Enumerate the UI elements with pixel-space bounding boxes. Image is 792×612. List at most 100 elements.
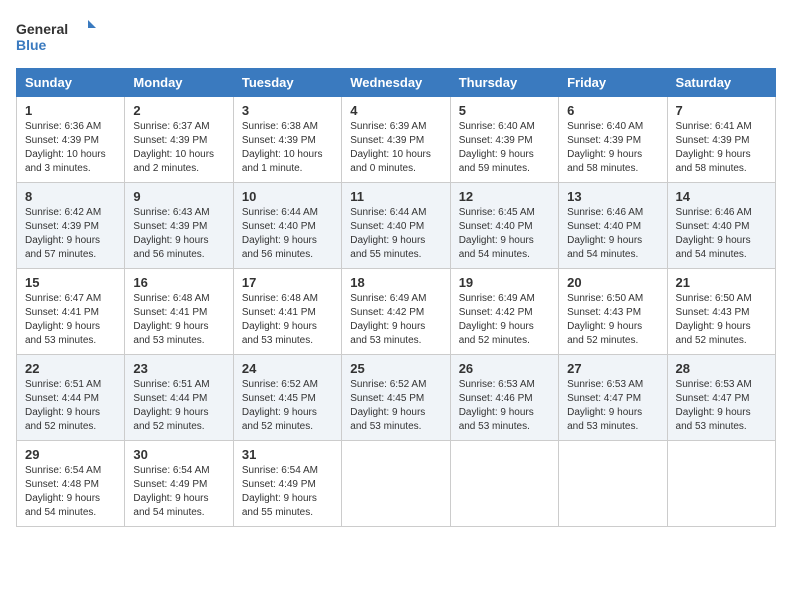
day-info: Sunrise: 6:39 AM Sunset: 4:39 PM Dayligh… bbox=[350, 120, 441, 176]
day-number: 28 bbox=[676, 361, 767, 376]
page-header: General Blue bbox=[16, 16, 776, 56]
column-header-thursday: Thursday bbox=[450, 69, 558, 97]
calendar-cell: 9 Sunrise: 6:43 AM Sunset: 4:39 PM Daylig… bbox=[125, 183, 233, 269]
day-info: Sunrise: 6:44 AM Sunset: 4:40 PM Dayligh… bbox=[242, 206, 333, 262]
column-header-sunday: Sunday bbox=[17, 69, 125, 97]
svg-text:Blue: Blue bbox=[16, 37, 47, 53]
day-info: Sunrise: 6:38 AM Sunset: 4:39 PM Dayligh… bbox=[242, 120, 333, 176]
day-info: Sunrise: 6:49 AM Sunset: 4:42 PM Dayligh… bbox=[350, 292, 441, 348]
calendar-week-row: 22Sunrise: 6:51 AM Sunset: 4:44 PM Dayli… bbox=[17, 355, 776, 441]
day-info: Sunrise: 6:50 AM Sunset: 4:43 PM Dayligh… bbox=[567, 292, 658, 348]
day-number: 11 bbox=[350, 189, 441, 204]
calendar-header-row: SundayMondayTuesdayWednesdayThursdayFrid… bbox=[17, 69, 776, 97]
day-number: 17 bbox=[242, 275, 333, 290]
column-header-friday: Friday bbox=[559, 69, 667, 97]
calendar-cell: 18 Sunrise: 6:49 AM Sunset: 4:42 PM Dayli… bbox=[342, 269, 450, 355]
calendar-cell: 1 Sunrise: 6:36 AM Sunset: 4:39 PM Daylig… bbox=[17, 97, 125, 183]
calendar-cell: 11Sunrise: 6:44 AM Sunset: 4:40 PM Dayli… bbox=[342, 183, 450, 269]
day-info: Sunrise: 6:46 AM Sunset: 4:40 PM Dayligh… bbox=[567, 206, 658, 262]
calendar-week-row: 1 Sunrise: 6:36 AM Sunset: 4:39 PM Daylig… bbox=[17, 97, 776, 183]
day-number: 16 bbox=[133, 275, 224, 290]
column-header-saturday: Saturday bbox=[667, 69, 775, 97]
calendar-cell: 20 Sunrise: 6:50 AM Sunset: 4:43 PM Dayli… bbox=[559, 269, 667, 355]
calendar-cell: 27 Sunrise: 6:53 AM Sunset: 4:47 PM Dayli… bbox=[559, 355, 667, 441]
day-info: Sunrise: 6:49 AM Sunset: 4:42 PM Dayligh… bbox=[459, 292, 550, 348]
calendar-cell: 23 Sunrise: 6:51 AM Sunset: 4:44 PM Dayli… bbox=[125, 355, 233, 441]
day-number: 18 bbox=[350, 275, 441, 290]
day-info: Sunrise: 6:40 AM Sunset: 4:39 PM Dayligh… bbox=[567, 120, 658, 176]
day-info: Sunrise: 6:45 AM Sunset: 4:40 PM Dayligh… bbox=[459, 206, 550, 262]
day-info: Sunrise: 6:48 AM Sunset: 4:41 PM Dayligh… bbox=[242, 292, 333, 348]
day-number: 29 bbox=[25, 447, 116, 462]
day-number: 26 bbox=[459, 361, 550, 376]
calendar-cell: 4Sunrise: 6:39 AM Sunset: 4:39 PM Daylig… bbox=[342, 97, 450, 183]
day-number: 23 bbox=[133, 361, 224, 376]
calendar-body: 1 Sunrise: 6:36 AM Sunset: 4:39 PM Daylig… bbox=[17, 97, 776, 527]
day-number: 6 bbox=[567, 103, 658, 118]
day-info: Sunrise: 6:43 AM Sunset: 4:39 PM Dayligh… bbox=[133, 206, 224, 262]
day-number: 20 bbox=[567, 275, 658, 290]
calendar-cell: 7 Sunrise: 6:41 AM Sunset: 4:39 PM Daylig… bbox=[667, 97, 775, 183]
calendar-cell: 17 Sunrise: 6:48 AM Sunset: 4:41 PM Dayli… bbox=[233, 269, 341, 355]
day-info: Sunrise: 6:40 AM Sunset: 4:39 PM Dayligh… bbox=[459, 120, 550, 176]
day-number: 1 bbox=[25, 103, 116, 118]
day-info: Sunrise: 6:50 AM Sunset: 4:43 PM Dayligh… bbox=[676, 292, 767, 348]
calendar-cell: 26 Sunrise: 6:53 AM Sunset: 4:46 PM Dayli… bbox=[450, 355, 558, 441]
column-header-tuesday: Tuesday bbox=[233, 69, 341, 97]
calendar-week-row: 8Sunrise: 6:42 AM Sunset: 4:39 PM Daylig… bbox=[17, 183, 776, 269]
day-number: 13 bbox=[567, 189, 658, 204]
day-number: 24 bbox=[242, 361, 333, 376]
calendar-cell bbox=[667, 441, 775, 527]
day-info: Sunrise: 6:54 AM Sunset: 4:49 PM Dayligh… bbox=[133, 464, 224, 520]
day-number: 30 bbox=[133, 447, 224, 462]
day-number: 15 bbox=[25, 275, 116, 290]
calendar-cell: 13 Sunrise: 6:46 AM Sunset: 4:40 PM Dayli… bbox=[559, 183, 667, 269]
day-info: Sunrise: 6:52 AM Sunset: 4:45 PM Dayligh… bbox=[242, 378, 333, 434]
day-info: Sunrise: 6:36 AM Sunset: 4:39 PM Dayligh… bbox=[25, 120, 116, 176]
day-info: Sunrise: 6:53 AM Sunset: 4:47 PM Dayligh… bbox=[567, 378, 658, 434]
calendar-cell: 2Sunrise: 6:37 AM Sunset: 4:39 PM Daylig… bbox=[125, 97, 233, 183]
calendar-cell: 24 Sunrise: 6:52 AM Sunset: 4:45 PM Dayli… bbox=[233, 355, 341, 441]
calendar-cell: 12 Sunrise: 6:45 AM Sunset: 4:40 PM Dayli… bbox=[450, 183, 558, 269]
calendar-cell: 3 Sunrise: 6:38 AM Sunset: 4:39 PM Daylig… bbox=[233, 97, 341, 183]
day-info: Sunrise: 6:37 AM Sunset: 4:39 PM Dayligh… bbox=[133, 120, 224, 176]
day-info: Sunrise: 6:51 AM Sunset: 4:44 PM Dayligh… bbox=[25, 378, 116, 434]
calendar-cell: 10Sunrise: 6:44 AM Sunset: 4:40 PM Dayli… bbox=[233, 183, 341, 269]
calendar-cell bbox=[559, 441, 667, 527]
calendar-cell: 6 Sunrise: 6:40 AM Sunset: 4:39 PM Daylig… bbox=[559, 97, 667, 183]
day-number: 21 bbox=[676, 275, 767, 290]
day-number: 14 bbox=[676, 189, 767, 204]
calendar-cell: 5Sunrise: 6:40 AM Sunset: 4:39 PM Daylig… bbox=[450, 97, 558, 183]
day-info: Sunrise: 6:51 AM Sunset: 4:44 PM Dayligh… bbox=[133, 378, 224, 434]
calendar-cell: 19 Sunrise: 6:49 AM Sunset: 4:42 PM Dayli… bbox=[450, 269, 558, 355]
day-info: Sunrise: 6:53 AM Sunset: 4:47 PM Dayligh… bbox=[676, 378, 767, 434]
day-number: 12 bbox=[459, 189, 550, 204]
day-number: 27 bbox=[567, 361, 658, 376]
calendar-cell bbox=[342, 441, 450, 527]
calendar-cell: 28 Sunrise: 6:53 AM Sunset: 4:47 PM Dayli… bbox=[667, 355, 775, 441]
day-number: 9 bbox=[133, 189, 224, 204]
day-info: Sunrise: 6:41 AM Sunset: 4:39 PM Dayligh… bbox=[676, 120, 767, 176]
day-info: Sunrise: 6:46 AM Sunset: 4:40 PM Dayligh… bbox=[676, 206, 767, 262]
calendar-cell: 15Sunrise: 6:47 AM Sunset: 4:41 PM Dayli… bbox=[17, 269, 125, 355]
day-info: Sunrise: 6:48 AM Sunset: 4:41 PM Dayligh… bbox=[133, 292, 224, 348]
day-number: 3 bbox=[242, 103, 333, 118]
column-header-monday: Monday bbox=[125, 69, 233, 97]
day-number: 19 bbox=[459, 275, 550, 290]
calendar-table: SundayMondayTuesdayWednesdayThursdayFrid… bbox=[16, 68, 776, 527]
calendar-cell: 25Sunrise: 6:52 AM Sunset: 4:45 PM Dayli… bbox=[342, 355, 450, 441]
calendar-week-row: 15Sunrise: 6:47 AM Sunset: 4:41 PM Dayli… bbox=[17, 269, 776, 355]
logo: General Blue bbox=[16, 16, 96, 56]
calendar-cell: 30 Sunrise: 6:54 AM Sunset: 4:49 PM Dayli… bbox=[125, 441, 233, 527]
calendar-cell: 16 Sunrise: 6:48 AM Sunset: 4:41 PM Dayli… bbox=[125, 269, 233, 355]
day-number: 7 bbox=[676, 103, 767, 118]
calendar-cell: 29 Sunrise: 6:54 AM Sunset: 4:48 PM Dayli… bbox=[17, 441, 125, 527]
column-header-wednesday: Wednesday bbox=[342, 69, 450, 97]
calendar-cell: 14 Sunrise: 6:46 AM Sunset: 4:40 PM Dayli… bbox=[667, 183, 775, 269]
logo-svg: General Blue bbox=[16, 16, 96, 56]
day-info: Sunrise: 6:52 AM Sunset: 4:45 PM Dayligh… bbox=[350, 378, 441, 434]
day-number: 31 bbox=[242, 447, 333, 462]
day-info: Sunrise: 6:54 AM Sunset: 4:48 PM Dayligh… bbox=[25, 464, 116, 520]
calendar-cell bbox=[450, 441, 558, 527]
day-info: Sunrise: 6:53 AM Sunset: 4:46 PM Dayligh… bbox=[459, 378, 550, 434]
